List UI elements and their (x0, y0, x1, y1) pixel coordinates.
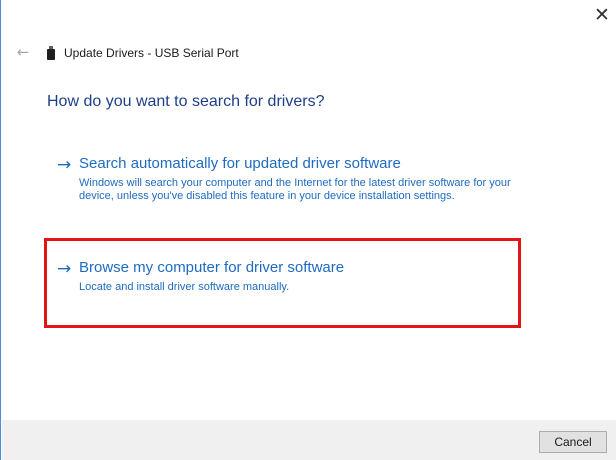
page-heading: How do you want to search for drivers? (47, 93, 325, 110)
arrow-right-icon: → (57, 155, 72, 175)
dialog-title-bar: Update Drivers - USB Serial Port (47, 44, 239, 62)
close-icon: ✕ (594, 4, 610, 26)
close-button[interactable]: ✕ (588, 0, 616, 30)
cancel-button[interactable]: Cancel (539, 431, 607, 453)
update-drivers-dialog: ✕ ← Update Drivers - USB Serial Port How… (0, 0, 616, 460)
arrow-right-icon: → (57, 259, 72, 279)
option-title[interactable]: Browse my computer for driver software (79, 258, 344, 278)
option-description: Windows will search your computer and th… (79, 177, 511, 202)
option-title[interactable]: Search automatically for updated driver … (79, 154, 401, 174)
option-description: Locate and install driver software manua… (79, 281, 290, 293)
back-arrow-icon: ← (16, 43, 30, 61)
dialog-title: Update Drivers - USB Serial Port (64, 46, 239, 60)
dialog-footer: Cancel (2, 420, 616, 460)
usb-device-icon (47, 46, 55, 60)
back-button[interactable]: ← (13, 41, 33, 63)
